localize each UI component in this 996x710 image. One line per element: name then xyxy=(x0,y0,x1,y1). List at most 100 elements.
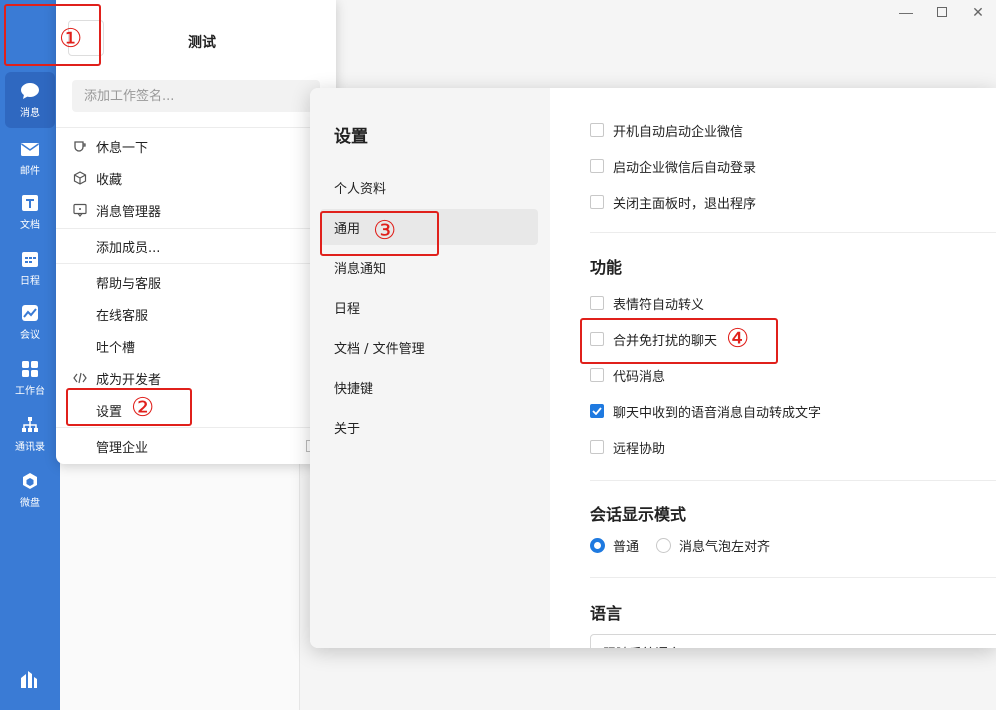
menu-item-label: 添加成员... xyxy=(96,240,161,256)
annotation-number-2: ② xyxy=(131,393,155,423)
rail-item-meeting[interactable]: 会议 xyxy=(0,294,60,350)
rail-item-workbench[interactable]: 工作台 xyxy=(0,350,60,406)
menu-item-label: 消息管理器 xyxy=(96,204,162,220)
rail-item-contacts[interactable]: 通讯录 xyxy=(0,406,60,462)
language-title: 语言 xyxy=(590,604,623,623)
option-label: 消息气泡左对齐 xyxy=(679,539,771,555)
contacts-icon xyxy=(20,415,40,435)
option-emoji-escape[interactable]: 表情符自动转义 xyxy=(590,293,704,313)
annotation-number-1: ① xyxy=(59,24,83,54)
option-remote-assist[interactable]: 远程协助 xyxy=(590,437,665,457)
option-code-message[interactable]: 代码消息 xyxy=(590,365,665,385)
minimize-icon: — xyxy=(899,4,913,20)
menu-item-label: 休息一下 xyxy=(96,140,149,156)
option-label: 远程协助 xyxy=(613,441,666,457)
rail-label: 邮件 xyxy=(20,166,40,177)
menu-item-online-support[interactable]: 在线客服 xyxy=(56,298,336,330)
option-auto-login[interactable]: 启动企业微信后自动登录 xyxy=(590,156,756,176)
profile-name: 测试 xyxy=(188,35,216,51)
checkbox[interactable] xyxy=(590,159,604,173)
language-select[interactable]: 跟随系统语言 xyxy=(590,634,996,648)
annotation-number-4: ④ xyxy=(726,324,750,354)
rail-label: 微盘 xyxy=(20,498,40,509)
divider xyxy=(56,427,336,428)
meeting-icon xyxy=(20,303,40,323)
grid-icon xyxy=(20,359,40,379)
annotation-box-1 xyxy=(4,4,101,66)
option-label: 普通 xyxy=(613,539,640,555)
divider xyxy=(56,127,336,128)
minimize-button[interactable]: — xyxy=(894,2,918,22)
menu-item-label: 收藏 xyxy=(96,172,123,188)
more-apps-icon[interactable] xyxy=(18,668,42,692)
rail-label: 通讯录 xyxy=(15,442,45,453)
divider xyxy=(590,232,996,233)
document-icon xyxy=(20,193,40,213)
display-mode-title: 会话显示模式 xyxy=(590,505,687,524)
option-auto-start[interactable]: 开机自动启动企业微信 xyxy=(590,120,743,140)
menu-item-help[interactable]: 帮助与客服 xyxy=(56,266,336,298)
settings-nav-shortcuts[interactable]: 快捷键 xyxy=(320,369,538,405)
option-label: 关闭主面板时，退出程序 xyxy=(613,196,757,212)
menu-item-message-manager[interactable]: 消息管理器 xyxy=(56,194,336,226)
settings-content: 开机自动启动企业微信 启动企业微信后自动登录 关闭主面板时，退出程序 功能 表情… xyxy=(550,88,996,648)
settings-nav-profile[interactable]: 个人资料 xyxy=(320,169,538,205)
maximize-button[interactable] xyxy=(930,2,954,22)
cube-icon xyxy=(72,170,88,186)
code-icon xyxy=(72,370,88,386)
option-label: 聊天中收到的语音消息自动转成文字 xyxy=(613,405,822,421)
settings-nav: 设置 个人资料 通用 消息通知 日程 文档 / 文件管理 快捷键 关于 xyxy=(310,88,550,648)
rail-label: 文档 xyxy=(20,220,40,231)
drive-icon xyxy=(20,471,40,491)
divider xyxy=(590,577,996,578)
rail-label: 工作台 xyxy=(15,386,45,397)
option-label: 开机自动启动企业微信 xyxy=(613,124,744,140)
rail-label: 日程 xyxy=(20,276,40,287)
radio[interactable] xyxy=(656,537,671,553)
menu-item-add-member[interactable]: 添加成员... xyxy=(56,230,336,262)
option-label: 表情符自动转义 xyxy=(613,297,705,313)
settings-nav-about[interactable]: 关于 xyxy=(320,409,538,445)
radio-selected[interactable] xyxy=(590,537,605,553)
calendar-icon xyxy=(20,249,40,269)
option-label: 启动企业微信后自动登录 xyxy=(613,160,757,176)
rail-item-drive[interactable]: 微盘 xyxy=(0,462,60,518)
close-button[interactable]: ✕ xyxy=(966,2,990,22)
left-nav-rail: 消息 邮件 文档 日程 会议 工作台 通讯录 微盘 xyxy=(0,0,60,710)
radio-bubble-left[interactable]: 消息气泡左对齐 xyxy=(656,535,770,555)
option-label: 代码消息 xyxy=(613,369,666,385)
checkbox-checked[interactable] xyxy=(590,404,604,418)
checkbox[interactable] xyxy=(590,123,604,137)
chat-bubble-icon xyxy=(20,81,40,101)
close-icon: ✕ xyxy=(972,3,984,20)
menu-item-label: 帮助与客服 xyxy=(96,276,162,292)
features-title: 功能 xyxy=(590,258,623,277)
option-exit-on-close[interactable]: 关闭主面板时，退出程序 xyxy=(590,192,756,212)
option-voice-to-text[interactable]: 聊天中收到的语音消息自动转成文字 xyxy=(590,401,821,421)
message-manager-icon xyxy=(72,202,88,218)
rail-item-calendar[interactable]: 日程 xyxy=(0,240,60,296)
menu-item-manage-enterprise[interactable]: 管理企业 xyxy=(56,430,336,462)
menu-item-feedback[interactable]: 吐个槽 xyxy=(56,330,336,362)
signature-input[interactable] xyxy=(72,80,320,112)
divider xyxy=(590,480,996,481)
divider xyxy=(56,263,336,264)
settings-nav-calendar[interactable]: 日程 xyxy=(320,289,538,325)
maximize-icon xyxy=(937,7,947,17)
checkbox[interactable] xyxy=(590,296,604,310)
menu-item-label: 管理企业 xyxy=(96,440,149,456)
menu-item-favorites[interactable]: 收藏 xyxy=(56,162,336,194)
menu-item-label: 成为开发者 xyxy=(96,372,162,388)
menu-item-take-break[interactable]: 休息一下 xyxy=(56,130,336,162)
menu-item-label: 在线客服 xyxy=(96,308,149,324)
settings-nav-files[interactable]: 文档 / 文件管理 xyxy=(320,329,538,365)
checkbox[interactable] xyxy=(590,368,604,382)
checkbox[interactable] xyxy=(590,440,604,454)
annotation-box-2 xyxy=(66,388,192,426)
rail-label: 消息 xyxy=(20,108,40,119)
rail-item-mail[interactable]: 邮件 xyxy=(0,130,60,186)
checkbox[interactable] xyxy=(590,195,604,209)
radio-normal[interactable]: 普通 xyxy=(590,535,639,555)
rail-item-messages[interactable]: 消息 xyxy=(5,72,55,128)
rail-item-docs[interactable]: 文档 xyxy=(0,184,60,240)
